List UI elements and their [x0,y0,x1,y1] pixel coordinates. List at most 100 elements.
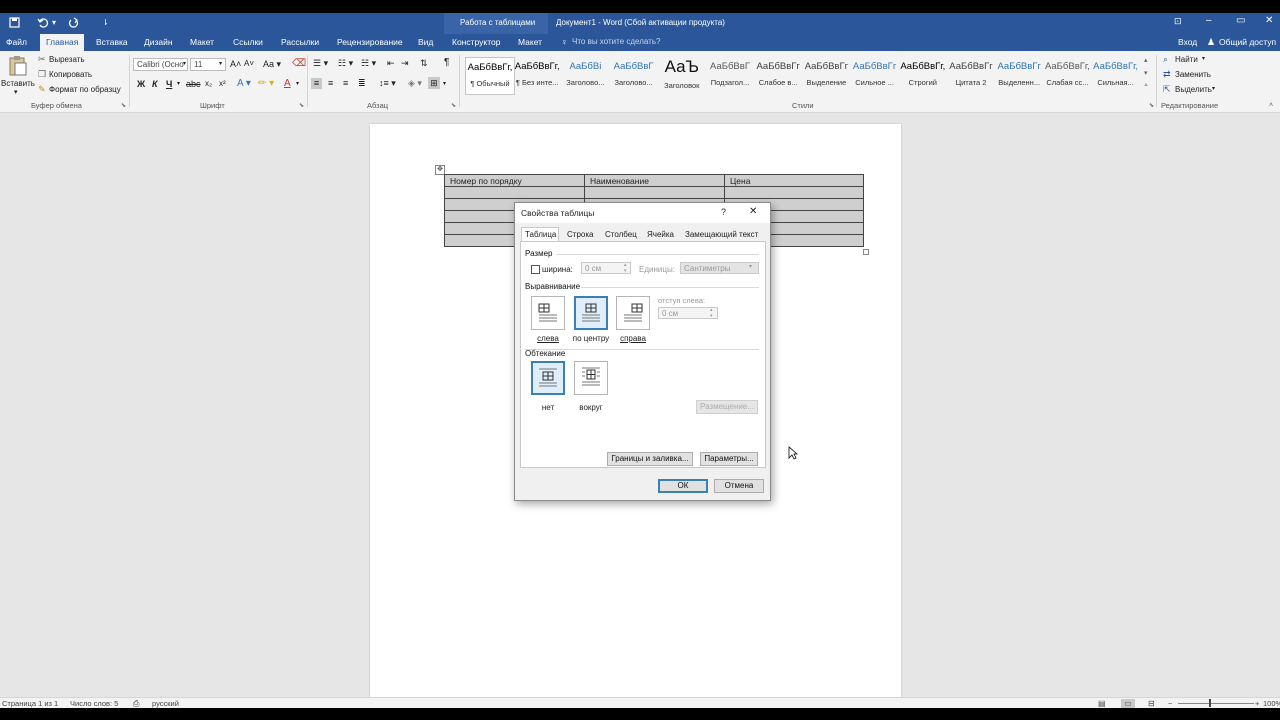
table-header-cell[interactable]: Номер по порядку [444,174,585,187]
minimize-icon[interactable]: – [1206,15,1212,26]
bold-button[interactable]: Ж [137,79,145,89]
underline-dropdown-icon[interactable]: ▾ [177,80,180,87]
menu-references[interactable]: Ссылки [233,37,263,47]
menu-review[interactable]: Рецензирование [337,37,403,47]
ribbon-display-icon[interactable]: ⊡ [1174,16,1182,27]
paste-button[interactable]: Вставить [1,79,35,88]
show-marks-icon[interactable]: ¶ [444,57,449,68]
save-icon[interactable] [9,17,20,28]
shading-icon[interactable]: ◈ ▾ [408,78,422,89]
redo-icon[interactable] [68,17,79,28]
tab-row[interactable]: Строка [567,230,593,239]
share-button[interactable]: Общий доступ [1219,37,1276,47]
select-dropdown-icon[interactable]: ▾ [1212,85,1215,92]
zoom-slider-thumb[interactable] [1209,699,1211,707]
style-item[interactable]: АаБбВвГг, ¶ Без инте... [513,57,561,93]
menu-design[interactable]: Дизайн [144,37,173,47]
paragraph-launcher-icon[interactable]: ⬊ [451,102,456,109]
replace-button[interactable]: Заменить [1175,70,1211,79]
find-button[interactable]: Найти [1175,55,1198,64]
font-name-dropdown-icon[interactable]: ▾ [183,60,186,67]
copy-button[interactable]: Копировать [49,70,92,79]
menu-table-layout[interactable]: Макет [518,37,542,47]
customize-qat-icon[interactable]: ⇂ [102,18,109,27]
font-color-dropdown-icon[interactable]: ▾ [296,80,299,87]
language-indicator[interactable]: русский [152,699,179,708]
cancel-button[interactable]: Отмена [714,479,764,493]
tab-cell[interactable]: Ячейка [647,230,674,239]
table-resize-handle[interactable] [863,249,869,255]
zoom-out-icon[interactable]: − [1168,699,1172,708]
table-cell[interactable] [444,186,585,199]
read-mode-icon[interactable]: ▤ [1098,699,1106,708]
numbering-icon[interactable]: ☷ ▾ [338,58,353,69]
shrink-font-icon[interactable]: A˅ [244,59,254,68]
style-item[interactable]: АаБбВвГ Заголово... [610,57,658,93]
bullets-icon[interactable]: ☰ ▾ [313,58,328,69]
cut-button[interactable]: Вырезать [49,55,85,64]
borders-icon[interactable]: ⊞ [428,77,440,89]
change-case-icon[interactable]: Aa ▾ [263,59,281,70]
paste-dropdown-icon[interactable]: ▾ [14,88,18,96]
style-item[interactable]: АаБбВвГг Цитата 2 [947,57,995,93]
table-cell[interactable] [584,186,725,199]
zoom-in-icon[interactable]: + [1255,699,1259,708]
increase-indent-icon[interactable]: ⇥ [401,58,409,69]
borders-dropdown-icon[interactable]: ▾ [443,80,446,87]
align-right-icon[interactable]: ≡ [343,78,348,88]
grow-font-icon[interactable]: A˄ [230,59,241,69]
font-size-dropdown-icon[interactable]: ▾ [219,60,222,67]
line-spacing-icon[interactable]: ↕≡ ▾ [379,78,396,89]
subscript-icon[interactable]: x₂ [205,79,212,88]
dialog-help-button[interactable]: ? [721,207,726,217]
web-layout-icon[interactable]: ⊟ [1148,699,1155,708]
indent-spinner-icon[interactable]: ▴ ▾ [710,307,713,319]
wrap-none-option[interactable] [531,361,565,395]
menu-view[interactable]: Вид [418,37,433,47]
menu-file[interactable]: Файл [6,37,27,47]
select-button[interactable]: Выделить [1175,85,1212,94]
menu-layout[interactable]: Макет [190,37,214,47]
highlight-icon[interactable]: ✏ ▾ [258,78,274,89]
sign-in-link[interactable]: Вход [1178,37,1197,47]
text-effects-icon[interactable]: A ▾ [237,78,251,89]
styles-launcher-icon[interactable]: ⬊ [1149,102,1154,109]
align-right-option[interactable] [616,296,650,330]
units-dropdown-icon[interactable]: ▾ [749,263,752,270]
borders-shading-button[interactable]: Границы и заливка... [607,452,693,466]
strikethrough-icon[interactable]: abc [186,79,201,89]
zoom-slider[interactable] [1178,703,1254,704]
width-checkbox[interactable] [531,265,540,274]
sort-icon[interactable]: ⇅ [420,58,428,69]
multilevel-list-icon[interactable]: ☵ ▾ [361,58,376,69]
style-item[interactable]: АаБбВі Заголово... [561,57,609,93]
menu-table-design[interactable]: Конструктор [452,37,500,47]
style-item[interactable]: АаБбВвГг Выделенн... [995,57,1043,93]
paste-icon[interactable] [8,55,28,77]
align-center-option[interactable] [574,296,608,330]
font-color-icon[interactable]: A [284,78,291,89]
style-item[interactable]: АаБбВвГг, ¶ Обычный [465,57,515,95]
menu-mailings[interactable]: Рассылки [281,37,319,47]
style-item[interactable]: АаБбВвГг Выделение [802,57,850,93]
align-center-icon[interactable]: ≡ [328,78,333,88]
collapse-ribbon-icon[interactable]: ˄ [1269,102,1273,109]
styles-more-icon[interactable]: ⩡ [1144,82,1148,90]
font-launcher-icon[interactable]: ⬊ [299,102,304,109]
menu-insert[interactable]: Вставка [96,37,128,47]
align-left-option[interactable] [531,296,565,330]
page-count[interactable]: Страница 1 из 1 [2,699,58,708]
tab-column[interactable]: Столбец [605,230,637,239]
table-header-cell[interactable]: Наименование [584,174,725,187]
width-spinner-icon[interactable]: ▴ ▾ [624,262,627,274]
units-select[interactable]: Сантиметры [680,262,759,274]
close-window-icon[interactable]: ✕ [1265,15,1273,26]
style-item[interactable]: АаЪ Заголовок [658,57,706,93]
indent-input[interactable]: 0 см [658,307,718,319]
options-button[interactable]: Параметры... [700,452,758,466]
wrap-around-option[interactable] [574,361,608,395]
tab-table[interactable]: Таблица [525,230,556,239]
clipboard-launcher-icon[interactable]: ⬊ [121,102,126,109]
undo-dropdown-icon[interactable]: ▾ [52,18,56,27]
style-item[interactable]: АаБбВвГг Сильное ... [851,57,899,93]
